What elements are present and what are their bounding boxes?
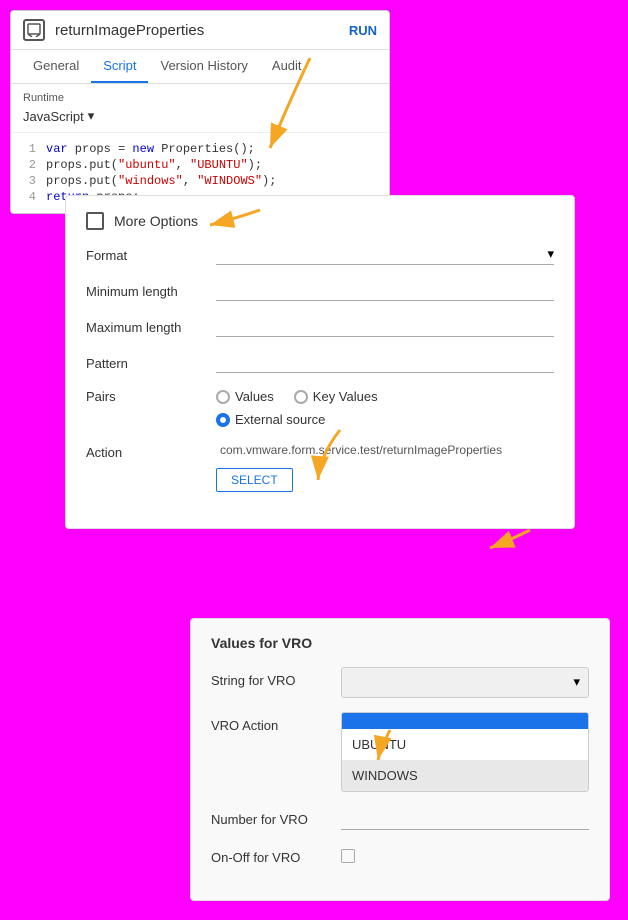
panel-icon [23,19,45,41]
max-length-label: Maximum length [86,320,216,335]
script-editor-panel: returnImageProperties RUN General Script… [10,10,390,214]
string-vro-select[interactable]: ▾ [341,667,589,698]
onoff-vro-checkbox[interactable] [341,849,355,863]
onoff-vro-label: On-Off for VRO [211,844,341,865]
pattern-row: Pattern [86,353,554,373]
runtime-value: JavaScript [23,109,84,124]
radio-key-values-label: Key Values [313,389,378,404]
vro-action-row: VRO Action UBUNTU WINDOWS [211,712,589,792]
more-options-checkbox[interactable] [86,212,104,230]
radio-external-source-label: External source [235,412,325,427]
string-vro-row: String for VRO ▾ [211,667,589,698]
radio-external-source-circle [216,413,230,427]
number-vro-row: Number for VRO [211,806,589,830]
pattern-label: Pattern [86,356,216,371]
radio-values-label: Values [235,389,274,404]
onoff-vro-row: On-Off for VRO [211,844,589,866]
runtime-label: Runtime [23,92,377,104]
radio-external-source[interactable]: External source [216,412,325,427]
min-length-label: Minimum length [86,284,216,299]
pairs-radio-group: Values Key Values [216,389,554,404]
pattern-input[interactable] [216,353,554,373]
dropdown-option-empty[interactable] [342,713,588,729]
runtime-select[interactable]: JavaScript ▾ [23,108,377,124]
string-vro-select-header: ▾ [342,668,588,697]
number-vro-input[interactable] [341,806,589,830]
panel-header: returnImageProperties RUN [11,11,389,50]
max-length-row: Maximum length [86,317,554,337]
script-icon [27,23,41,37]
line-num-4: 4 [11,190,46,204]
code-line-3: 3 props.put("windows", "WINDOWS"); [11,173,389,189]
more-options-header: More Options [86,212,554,230]
action-label: Action [86,443,216,460]
code-line-1: 1 var props = new Properties(); [11,141,389,157]
dropdown-option-windows[interactable]: WINDOWS [342,760,588,791]
runtime-chevron-icon: ▾ [88,108,95,124]
panel-title: returnImageProperties [55,22,339,39]
line-code-3: props.put("windows", "WINDOWS"); [46,174,276,188]
format-row: Format ▾ [86,246,554,265]
line-code-1: var props = new Properties(); [46,142,255,156]
string-vro-label: String for VRO [211,667,341,688]
line-code-2: props.put("ubuntu", "UBUNTU"); [46,158,262,172]
vro-action-dropdown[interactable]: UBUNTU WINDOWS [341,712,589,792]
format-select[interactable]: ▾ [216,246,554,265]
line-num-3: 3 [11,174,46,188]
tab-bar: General Script Version History Audit [11,50,389,84]
dropdown-option-ubuntu[interactable]: UBUNTU [342,729,588,760]
code-line-2: 2 props.put("ubuntu", "UBUNTU"); [11,157,389,173]
string-vro-field: ▾ [341,667,589,698]
vro-action-label: VRO Action [211,712,341,733]
string-vro-chevron-icon: ▾ [573,674,580,690]
onoff-vro-field [341,844,589,866]
format-chevron-icon: ▾ [547,246,554,262]
min-length-input[interactable] [216,281,554,301]
runtime-section: Runtime JavaScript ▾ [11,84,389,133]
run-button[interactable]: RUN [349,23,377,38]
pairs-label: Pairs [86,389,216,404]
select-button[interactable]: SELECT [216,468,293,492]
min-length-row: Minimum length [86,281,554,301]
action-row: Action com.vmware.form.service.test/retu… [86,443,554,492]
number-vro-label: Number for VRO [211,806,341,827]
radio-values[interactable]: Values [216,389,274,404]
max-length-input[interactable] [216,317,554,337]
radio-values-circle [216,390,230,404]
line-num-2: 2 [11,158,46,172]
format-label: Format [86,248,216,263]
tab-general[interactable]: General [21,50,91,83]
radio-key-values[interactable]: Key Values [294,389,378,404]
radio-key-values-circle [294,390,308,404]
tab-script[interactable]: Script [91,50,148,83]
number-vro-field [341,806,589,830]
vro-title: Values for VRO [211,635,589,651]
action-value: com.vmware.form.service.test/returnImage… [216,443,554,457]
vro-action-field: UBUNTU WINDOWS [341,712,589,792]
tab-audit[interactable]: Audit [260,50,314,83]
pairs-row: Pairs Values Key Values External source [86,389,554,427]
more-options-title: More Options [114,213,198,229]
tab-version-history[interactable]: Version History [148,50,259,83]
line-num-1: 1 [11,142,46,156]
more-options-panel: More Options Format ▾ Minimum length Max… [65,195,575,529]
vro-panel: Values for VRO String for VRO ▾ VRO Acti… [190,618,610,901]
